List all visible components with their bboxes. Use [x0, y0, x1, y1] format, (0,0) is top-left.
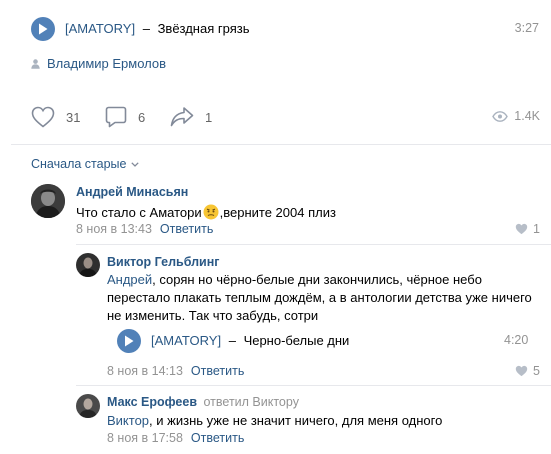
comment-date[interactable]: 8 ноя в 17:58 [107, 431, 183, 445]
mention-link[interactable]: Виктор [107, 413, 149, 428]
play-button[interactable] [31, 17, 55, 41]
comment-button[interactable]: 6 [105, 106, 145, 128]
divider [76, 244, 551, 245]
play-icon [125, 335, 134, 347]
comment-date[interactable]: 8 ноя в 13:43 [76, 222, 152, 236]
comment-like-count: 5 [533, 364, 540, 378]
track-info: [AMATORY] – Звёздная грязь [65, 21, 249, 36]
avatar[interactable] [31, 184, 65, 218]
comment-author[interactable]: Виктор Гельблинг [107, 255, 220, 269]
reply-button[interactable]: Ответить [160, 222, 213, 236]
post-author[interactable]: Владимир Ермолов [31, 56, 166, 71]
share-button[interactable]: 1 [170, 106, 212, 128]
comment-meta: 8 ноя в 17:58 Ответить [107, 431, 244, 445]
comment-text-end: ,верните 2004 плиз [219, 204, 336, 220]
view-count: 1.4K [514, 109, 540, 123]
replied-to: ответил Виктору [203, 395, 299, 409]
reply-button[interactable]: Ответить [191, 364, 244, 378]
comment-body: , и жизнь уже не значит ничего, для меня… [149, 413, 443, 428]
comment-author[interactable]: Андрей Минасьян [76, 185, 188, 199]
play-icon [39, 23, 48, 35]
user-icon [31, 58, 40, 69]
heart-icon [31, 106, 55, 128]
divider [11, 144, 551, 145]
track-artist[interactable]: [AMATORY] [65, 21, 135, 36]
play-button[interactable] [117, 329, 141, 353]
comment-meta: 8 ноя в 14:13 Ответить [107, 364, 244, 378]
track-duration: 3:27 [514, 21, 539, 35]
track-dash: – [142, 21, 150, 36]
share-icon [170, 107, 194, 127]
eye-icon [492, 110, 509, 122]
comment-text-start: Что стало с Аматори [76, 204, 202, 220]
mention-link[interactable]: Андрей [107, 272, 152, 287]
like-count: 31 [66, 109, 81, 125]
post-author-name: Владимир Ермолов [47, 56, 167, 71]
track-info: [AMATORY] – Черно-белые дни [151, 333, 349, 348]
sort-label: Сначала старые [31, 157, 127, 171]
avatar-image [76, 253, 100, 277]
avatar[interactable] [76, 253, 100, 277]
track-duration: 4:20 [504, 333, 529, 347]
sort-dropdown[interactable]: Сначала старые [31, 157, 140, 171]
comment-like-button[interactable]: 1 [515, 222, 540, 236]
reply-button[interactable]: Ответить [191, 431, 244, 445]
heart-icon [515, 365, 528, 377]
comment-text: Виктор, и жизнь уже не значит ничего, дл… [107, 413, 442, 428]
comment-date[interactable]: 8 ноя в 14:13 [107, 364, 183, 378]
emoji-icon [203, 204, 219, 220]
comment-count: 6 [138, 109, 146, 125]
comment-meta: 8 ноя в 13:43 Ответить [76, 222, 213, 236]
like-button[interactable]: 31 [31, 106, 80, 128]
share-count: 1 [205, 109, 213, 125]
comment-icon [105, 106, 127, 128]
chevron-down-icon [131, 161, 140, 167]
comment-text: Что стало с Аматори ,верните 2004 плиз [76, 204, 336, 220]
heart-icon [515, 223, 528, 235]
avatar-image [31, 184, 65, 218]
comment-body: , сорян но чёрно-белые дни закончились, … [107, 272, 532, 323]
track-dash: – [228, 333, 236, 348]
comment-text: Андрей, сорян но чёрно-белые дни закончи… [107, 271, 537, 325]
track-title[interactable]: Черно-белые дни [244, 333, 350, 348]
comment-like-button[interactable]: 5 [515, 364, 540, 378]
avatar-image [76, 394, 100, 418]
views: 1.4K [492, 109, 540, 123]
comment-like-count: 1 [533, 222, 540, 236]
divider [76, 385, 551, 386]
comment-header: Макс Ерофеев ответил Виктору [107, 395, 299, 409]
avatar[interactable] [76, 394, 100, 418]
track-artist[interactable]: [AMATORY] [151, 333, 221, 348]
track-title[interactable]: Звёздная грязь [158, 21, 250, 36]
comment-author[interactable]: Макс Ерофеев [107, 395, 197, 409]
